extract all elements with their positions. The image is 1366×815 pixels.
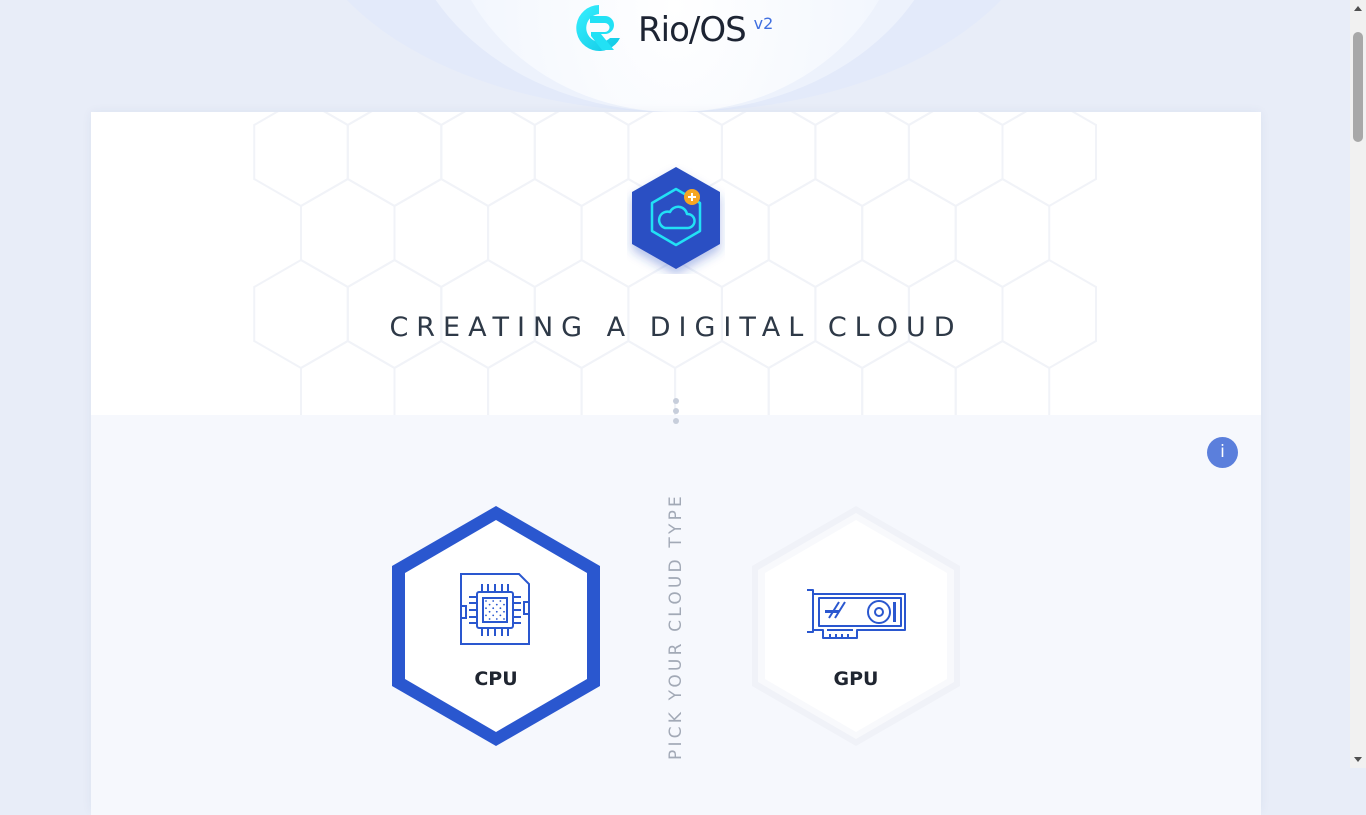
decorative-hexagon bbox=[954, 339, 1051, 415]
cpu-die-dot bbox=[488, 618, 491, 620]
decorative-hexagon bbox=[767, 339, 864, 415]
scroll-up-arrow[interactable] bbox=[1354, 6, 1362, 11]
cpu-die-dot bbox=[503, 618, 505, 620]
decorative-hexagon bbox=[393, 177, 490, 289]
cloud-type-prompt: PICK YOUR CLOUD TYPE bbox=[666, 493, 686, 760]
cpu-die-dot bbox=[499, 600, 502, 602]
cpu-die-dot bbox=[485, 607, 487, 610]
decorative-hexagon bbox=[393, 339, 490, 415]
decorative-hexagon bbox=[767, 177, 864, 289]
decorative-hexagon bbox=[440, 112, 536, 208]
cpu-die-dot bbox=[495, 610, 498, 613]
brand-logo[interactable]: Rio/OS v2 bbox=[574, 2, 773, 56]
decorative-hexagon bbox=[253, 112, 349, 208]
vertical-scrollbar[interactable] bbox=[1350, 0, 1366, 768]
decorative-hexagon bbox=[533, 112, 630, 208]
cpu-die-dot bbox=[485, 600, 487, 602]
decorative-hexagon bbox=[861, 339, 957, 415]
cpu-chip-icon bbox=[460, 573, 530, 645]
info-button[interactable]: i bbox=[1207, 437, 1238, 468]
cloud-add-icon bbox=[627, 164, 725, 274]
decorative-hexagon bbox=[346, 112, 443, 208]
decorative-hexagon bbox=[790, 112, 840, 127]
wizard-header: CREATING A DIGITAL CLOUD bbox=[91, 112, 1261, 415]
decorative-hexagon bbox=[861, 177, 957, 289]
cpu-die-dot bbox=[503, 610, 505, 613]
cpu-die-dot bbox=[492, 600, 495, 602]
decorative-hexagon bbox=[300, 177, 396, 289]
decorative-hexagon bbox=[977, 112, 1027, 127]
cloud-type-cpu-option[interactable]: CPU bbox=[390, 504, 602, 748]
cpu-die-dot bbox=[488, 610, 491, 613]
cpu-die-dot bbox=[492, 607, 495, 610]
step-dot bbox=[673, 408, 679, 414]
cpu-die-dot bbox=[503, 603, 505, 606]
gpu-card-icon bbox=[807, 589, 906, 639]
decorative-hexagon bbox=[1001, 112, 1097, 208]
decorative-hexagon bbox=[907, 112, 1004, 208]
decorative-hexagon bbox=[416, 112, 466, 127]
version-badge: v2 bbox=[753, 14, 774, 33]
cpu-option-label: CPU bbox=[474, 668, 518, 690]
decorative-hexagon bbox=[510, 112, 560, 127]
cpu-die-dot bbox=[499, 607, 502, 610]
cpu-die-dot bbox=[495, 618, 498, 620]
brand-name: Rio/OS bbox=[638, 10, 747, 50]
step-indicator bbox=[671, 398, 681, 432]
decorative-hexagon bbox=[697, 112, 747, 127]
cpu-die-dot bbox=[495, 603, 498, 606]
decorative-hexagon bbox=[720, 112, 817, 208]
rio-logo-icon bbox=[576, 5, 620, 51]
cloud-type-gpu-option[interactable]: GPU bbox=[750, 504, 962, 748]
decorative-hexagon bbox=[954, 177, 1051, 289]
cpu-die-dot bbox=[499, 614, 502, 617]
cpu-die-dot bbox=[485, 614, 487, 617]
decorative-hexagon bbox=[884, 112, 934, 127]
decorative-hexagon bbox=[580, 339, 677, 415]
decorative-hexagon bbox=[300, 339, 396, 415]
scroll-thumb[interactable] bbox=[1353, 32, 1363, 142]
page-title: CREATING A DIGITAL CLOUD bbox=[389, 312, 963, 343]
decorative-hexagon bbox=[603, 112, 653, 127]
decorative-hexagon bbox=[814, 112, 910, 208]
decorative-hexagon bbox=[674, 339, 770, 415]
step-dot bbox=[673, 398, 679, 404]
scroll-down-arrow[interactable] bbox=[1354, 757, 1362, 762]
wizard-card: CREATING A DIGITAL CLOUD i PICK YOUR CLO… bbox=[91, 112, 1261, 815]
step-dot bbox=[673, 418, 679, 424]
cpu-die-dot bbox=[492, 614, 495, 617]
decorative-hexagon bbox=[487, 177, 583, 289]
gpu-option-label: GPU bbox=[833, 668, 879, 690]
decorative-hexagon bbox=[323, 112, 373, 127]
cpu-die-dot bbox=[488, 603, 491, 606]
decorative-hexagon bbox=[487, 339, 583, 415]
